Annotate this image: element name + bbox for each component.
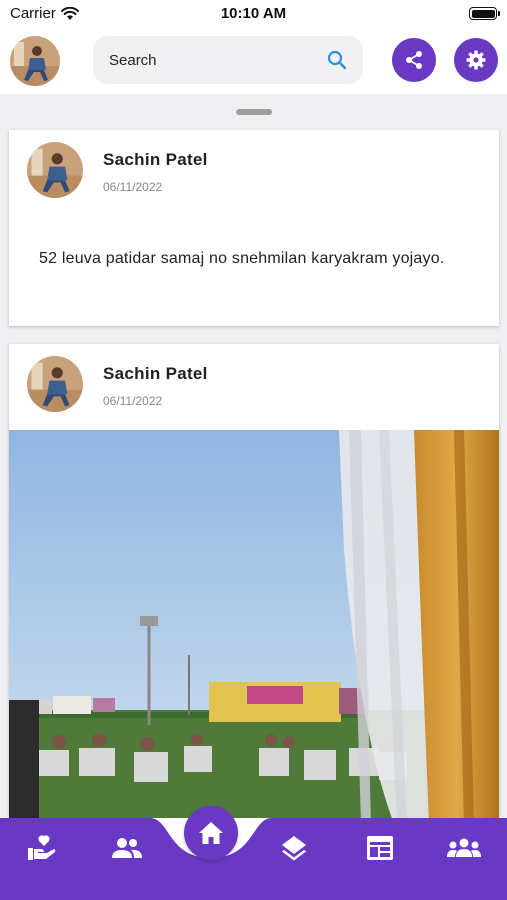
author-name[interactable]: Sachin Patel [103,150,208,170]
post-feed[interactable]: Sachin Patel 06/11/2022 52 leuva patidar… [0,94,507,818]
share-button[interactable] [392,38,436,82]
post-photo[interactable] [9,430,499,818]
share-icon [406,51,422,69]
gear-icon [466,50,486,70]
members-icon [112,838,142,858]
post-card[interactable]: Sachin Patel 06/11/2022 [9,344,499,818]
post-text: 52 leuva patidar samaj no snehmilan kary… [39,250,445,267]
battery-icon [469,7,500,20]
author-avatar[interactable] [27,142,83,198]
nav-members[interactable] [103,828,151,868]
post-date: 06/11/2022 [103,394,163,408]
home-button[interactable] [184,806,238,860]
profile-avatar[interactable] [10,36,60,86]
status-bar: Carrier 10:10 AM [0,0,507,28]
bottom-navigation [0,818,507,900]
search-input[interactable]: Search [93,36,363,84]
home-icon [199,822,223,844]
donation-icon [28,835,56,860]
layers-icon [282,836,306,861]
nav-donation[interactable] [18,828,66,868]
groups-icon [447,838,481,857]
author-avatar[interactable] [27,356,83,412]
calendar-icon [367,836,393,860]
drag-handle[interactable] [236,109,272,115]
author-name[interactable]: Sachin Patel [103,364,208,384]
nav-groups[interactable] [440,828,488,868]
nav-layers[interactable] [270,828,318,868]
settings-button[interactable] [454,38,498,82]
search-placeholder: Search [109,51,157,69]
post-date: 06/11/2022 [103,180,163,194]
nav-calendar[interactable] [356,828,404,868]
top-header: Search [0,28,507,94]
post-card[interactable]: Sachin Patel 06/11/2022 52 leuva patidar… [9,130,499,326]
status-time: 10:10 AM [220,5,287,22]
search-icon[interactable] [327,50,347,70]
